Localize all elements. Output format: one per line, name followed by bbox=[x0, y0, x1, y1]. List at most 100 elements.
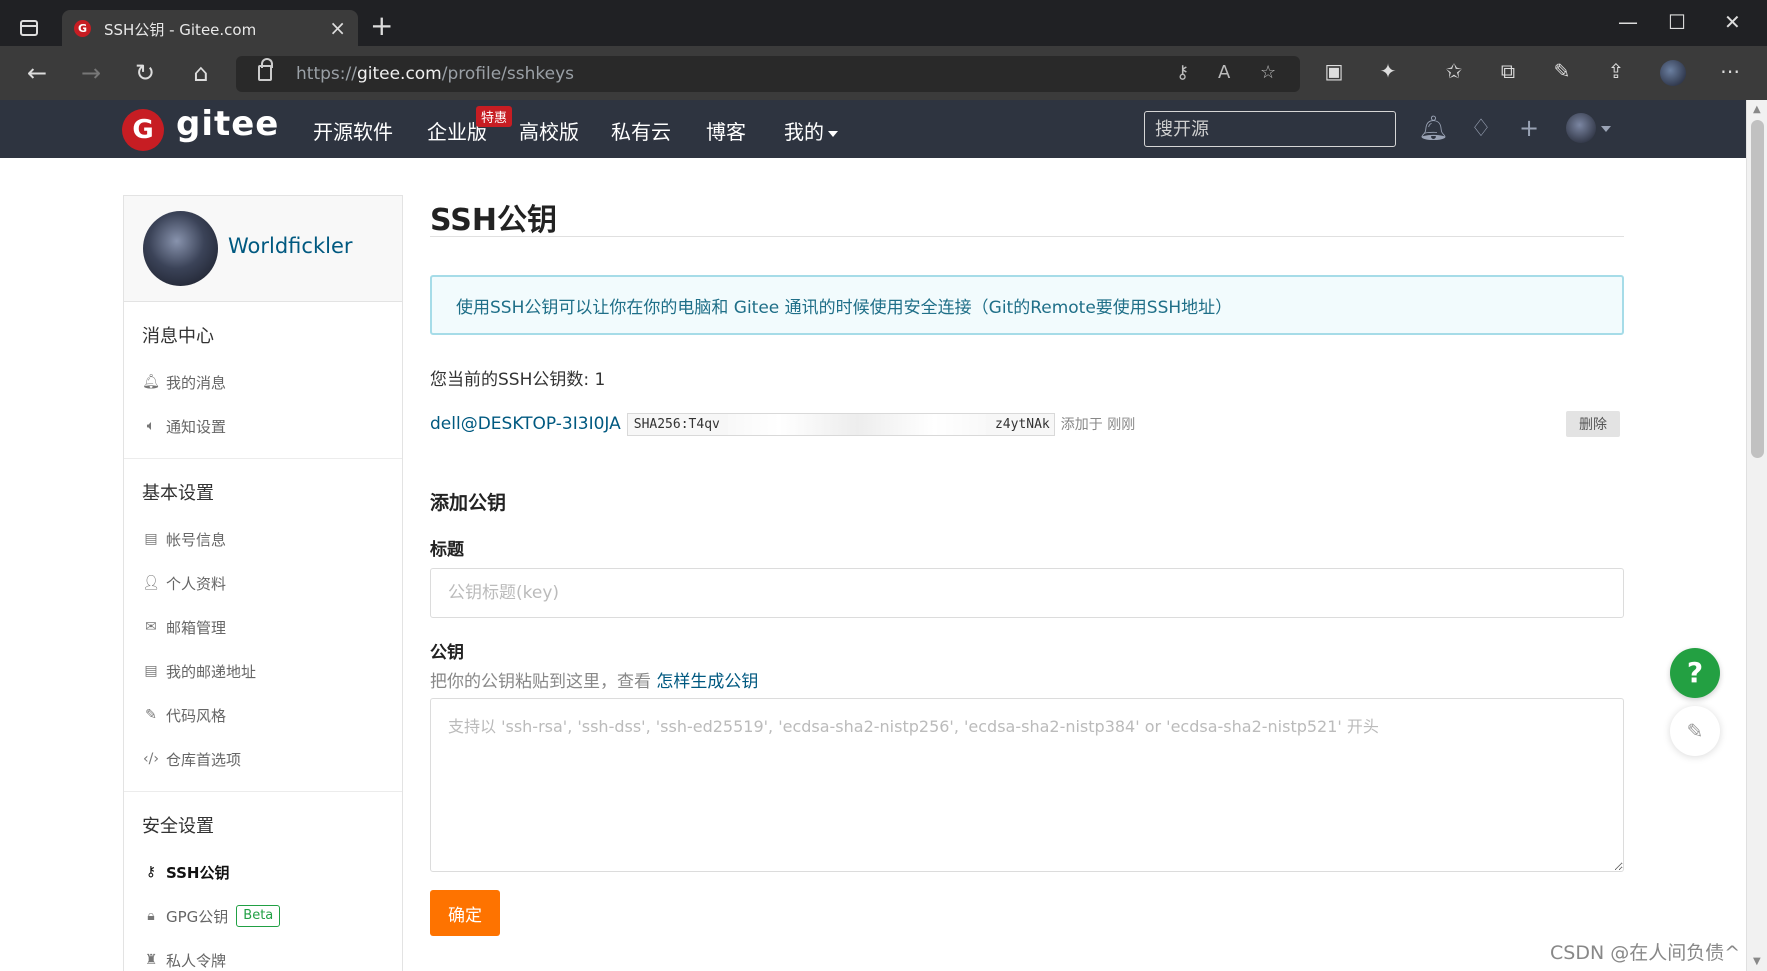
nav-edu[interactable]: 高校版 bbox=[519, 116, 579, 145]
favorites-icon[interactable]: ✩ bbox=[1440, 59, 1468, 83]
gitee-logo-text[interactable]: gitee bbox=[176, 104, 279, 144]
section-title: 安全设置 bbox=[142, 816, 214, 837]
code-icon: ‹/› bbox=[143, 751, 159, 767]
id-card-icon: ▤ bbox=[144, 531, 158, 547]
title-label: 标题 bbox=[430, 540, 464, 560]
profile-card: Worldfickler bbox=[124, 196, 402, 302]
close-window-icon[interactable]: ✕ bbox=[1724, 10, 1741, 34]
back-icon[interactable]: ← bbox=[22, 58, 52, 88]
tab-actions-icon[interactable] bbox=[20, 20, 38, 36]
delete-key-button[interactable]: 删除 bbox=[1566, 411, 1620, 437]
page-title: SSH公钥 bbox=[430, 195, 1624, 238]
home-icon[interactable]: ⌂ bbox=[186, 58, 216, 88]
sidebar-item-code-style[interactable]: ✎ 代码风格 bbox=[124, 693, 402, 737]
key-fingerprint: SHA256:T4qv z4ytNAk bbox=[626, 412, 1055, 436]
key-count: 您当前的SSH公钥数: 1 bbox=[430, 370, 606, 390]
submit-button[interactable]: 确定 bbox=[430, 890, 500, 936]
key-icon[interactable]: ⚷ bbox=[1176, 62, 1189, 83]
section-basic: 基本设置 ▤ 帐号信息 👤︎ 个人资料 ✉ 邮箱管理 ▤ 我的邮递地址 ✎ 代码风格 ‹/… bbox=[124, 459, 402, 792]
scroll-down-icon[interactable]: ▼ bbox=[1753, 956, 1761, 967]
address-bar[interactable]: https://gitee.com/profile/sshkeys ⚷ A ☆ bbox=[236, 56, 1300, 92]
read-aloud-icon[interactable]: A bbox=[1218, 62, 1230, 83]
sidebar-item-address[interactable]: ▤ 我的邮递地址 bbox=[124, 649, 402, 693]
browser-tab-active[interactable]: G SSH公钥 - Gitee.com × bbox=[62, 10, 358, 46]
sidebar-item-gpg-keys[interactable]: 🔒︎ GPG公钥 Beta bbox=[124, 894, 402, 938]
key-title-input[interactable] bbox=[430, 568, 1624, 618]
key-icon: ⚷ bbox=[145, 864, 157, 880]
help-button[interactable]: ? bbox=[1670, 648, 1720, 698]
key-added-time: 添加于 刚刚 bbox=[1060, 417, 1136, 433]
info-alert: 使用SSH公钥可以让你在你的电脑和 Gitee 通讯的时候使用安全连接（Git的… bbox=[430, 275, 1624, 335]
gitee-header: G gitee 开源软件 企业版 特惠 高校版 私有云 博客 我的 🔔︎ ♢ + bbox=[0, 100, 1746, 158]
add-favorite-icon[interactable]: ☆ bbox=[1260, 62, 1276, 83]
lock-icon: 🔒︎ bbox=[147, 908, 155, 924]
section-title: 消息中心 bbox=[142, 326, 214, 347]
minimize-icon[interactable]: — bbox=[1618, 10, 1638, 34]
section-messages: 消息中心 🔔︎ 我的消息 🔈︎ 通知设置 bbox=[124, 302, 402, 459]
bell-icon: 🔔︎ bbox=[142, 374, 160, 390]
sidebar-item-notification-settings[interactable]: 🔈︎ 通知设置 bbox=[124, 404, 402, 448]
nav-blog[interactable]: 博客 bbox=[706, 116, 746, 145]
section-title: 基本设置 bbox=[142, 483, 214, 504]
avatar-chevron-down-icon[interactable] bbox=[1601, 126, 1611, 132]
browser-toolbar: ← → ↻ ⌂ https://gitee.com/profile/sshkey… bbox=[0, 46, 1767, 100]
immersive-reader-icon[interactable]: ▣ bbox=[1320, 59, 1348, 83]
new-tab-icon[interactable]: + bbox=[370, 12, 393, 40]
key-title[interactable]: dell@DESKTOP-3I3I0JA bbox=[430, 414, 621, 434]
page-scrollbar[interactable]: ▲ ▼ bbox=[1746, 100, 1767, 971]
nav-opensource[interactable]: 开源软件 bbox=[313, 116, 393, 145]
sidebar-item-email[interactable]: ✉ 邮箱管理 bbox=[124, 605, 402, 649]
url-text[interactable]: https://gitee.com/profile/sshkeys bbox=[296, 64, 574, 84]
envelope-icon: ✉ bbox=[145, 619, 157, 635]
key-help-text: 把你的公钥粘贴到这里，查看 怎样生成公钥 bbox=[430, 672, 759, 692]
gitee-logo-icon[interactable]: G bbox=[122, 109, 164, 151]
browser-profile-avatar[interactable] bbox=[1660, 60, 1686, 86]
extensions-icon[interactable]: ✦ bbox=[1374, 59, 1402, 83]
section-security: 安全设置 ⚷ SSH公钥 🔒︎ GPG公钥 Beta ♜ 私人令牌 bbox=[124, 792, 402, 971]
page-viewport: G gitee 开源软件 企业版 特惠 高校版 私有云 博客 我的 🔔︎ ♢ +… bbox=[0, 100, 1767, 971]
sidebar-item-repo-prefs[interactable]: ‹/› 仓库首选项 bbox=[124, 737, 402, 781]
scrollbar-thumb[interactable] bbox=[1751, 120, 1764, 458]
brush-icon: ✎ bbox=[145, 707, 157, 723]
redaction-blur bbox=[727, 413, 986, 435]
sidebar-item-tokens[interactable]: ♜ 私人令牌 bbox=[124, 938, 402, 971]
public-key-textarea[interactable] bbox=[430, 698, 1624, 872]
more-icon[interactable]: ⋯ bbox=[1716, 59, 1744, 83]
tab-close-icon[interactable]: × bbox=[329, 16, 346, 40]
tab-title: SSH公钥 - Gitee.com bbox=[104, 21, 257, 39]
nav-mine[interactable]: 我的 bbox=[784, 116, 838, 145]
feedback-icon[interactable]: ✎ bbox=[1670, 706, 1720, 756]
ssh-key-row: dell@DESKTOP-3I3I0JA SHA256:T4qv z4ytNAk… bbox=[430, 410, 1624, 438]
sidebar-item-account[interactable]: ▤ 帐号信息 bbox=[124, 517, 402, 561]
settings-sidebar: Worldfickler 消息中心 🔔︎ 我的消息 🔈︎ 通知设置 基本设置 ▤ 帐号… bbox=[123, 195, 403, 971]
profile-username[interactable]: Worldfickler bbox=[228, 234, 353, 258]
sidebar-item-my-messages[interactable]: 🔔︎ 我的消息 bbox=[124, 360, 402, 404]
edit-icon[interactable]: ✎ bbox=[1548, 59, 1576, 83]
search-input[interactable] bbox=[1144, 111, 1396, 147]
add-key-heading: 添加公钥 bbox=[430, 492, 507, 514]
forward-icon[interactable]: → bbox=[76, 58, 106, 88]
promo-badge: 特惠 bbox=[476, 106, 513, 127]
lock-icon[interactable] bbox=[258, 58, 273, 81]
sidebar-item-ssh-keys[interactable]: ⚷ SSH公钥 bbox=[124, 850, 402, 894]
reload-icon[interactable]: ↻ bbox=[130, 58, 160, 88]
how-to-generate-link[interactable]: 怎样生成公钥 bbox=[656, 672, 758, 692]
scroll-up-icon[interactable]: ▲ bbox=[1753, 104, 1761, 115]
maximize-icon[interactable]: ☐ bbox=[1668, 10, 1686, 34]
user-avatar[interactable] bbox=[1566, 113, 1596, 143]
speaker-icon: 🔈︎ bbox=[146, 418, 156, 434]
bell-icon[interactable]: 🔔︎ bbox=[1418, 114, 1448, 142]
user-icon: 👤︎ bbox=[142, 575, 160, 591]
nav-private-cloud[interactable]: 私有云 bbox=[611, 116, 671, 145]
chevron-down-icon bbox=[828, 130, 838, 137]
main-content: SSH公钥 使用SSH公钥可以让你在你的电脑和 Gitee 通讯的时候使用安全连… bbox=[430, 195, 1624, 936]
profile-avatar[interactable] bbox=[143, 211, 218, 286]
token-icon: ♜ bbox=[144, 952, 158, 968]
sidebar-item-profile[interactable]: 👤︎ 个人资料 bbox=[124, 561, 402, 605]
share-icon[interactable]: ⇪ bbox=[1602, 59, 1630, 83]
collections-icon[interactable]: ⧉ bbox=[1494, 59, 1522, 83]
lightbulb-icon[interactable]: ♢ bbox=[1466, 114, 1496, 142]
plus-icon[interactable]: + bbox=[1514, 114, 1544, 142]
watermark: CSDN @在人间负债^ bbox=[1550, 942, 1741, 964]
key-label: 公钥 bbox=[430, 643, 464, 663]
